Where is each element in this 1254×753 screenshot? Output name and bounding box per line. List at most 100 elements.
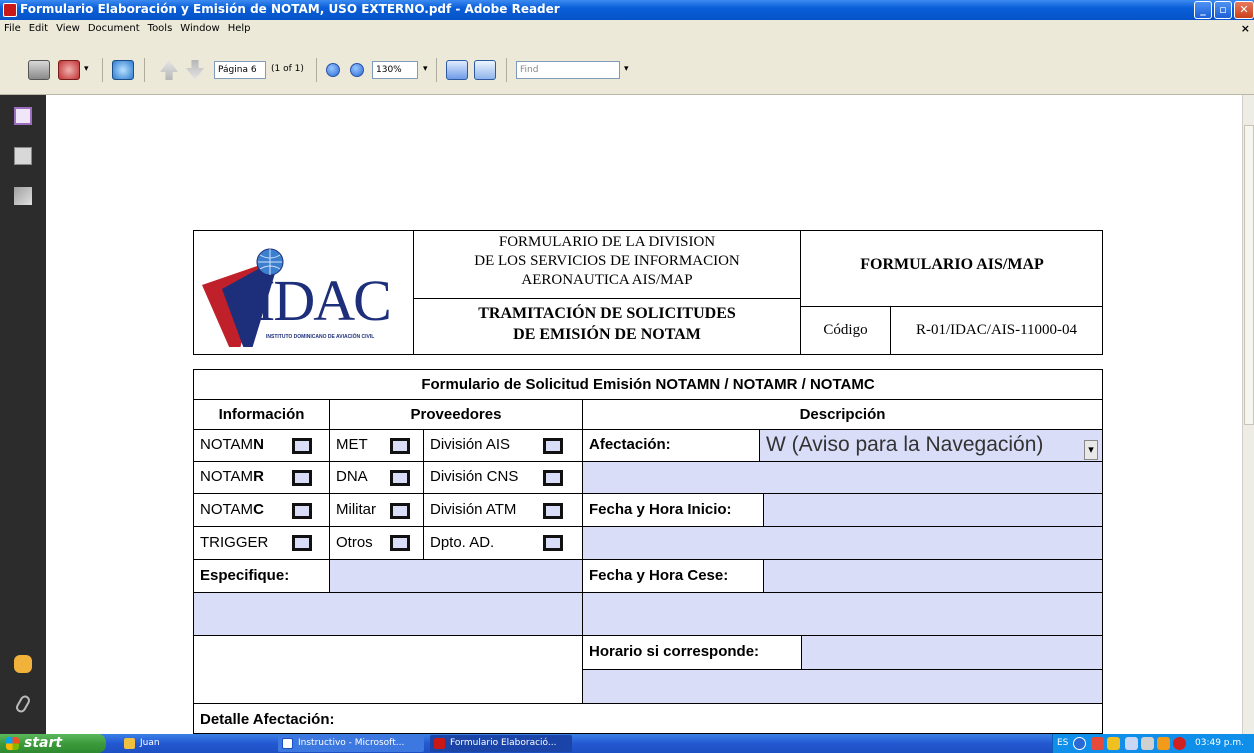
taskbar-item-formulario[interactable]: Formulario Elaboració... — [430, 735, 572, 752]
toolbar-separator — [316, 58, 317, 82]
division-ais-checkbox[interactable] — [543, 438, 563, 454]
pdf-document-icon — [434, 738, 445, 749]
fecha-inicio-detail-field[interactable] — [582, 526, 1103, 560]
division-cns-checkbox[interactable] — [543, 470, 563, 486]
header-divider — [800, 306, 1102, 307]
notam-prefix: NOTAM — [200, 468, 254, 485]
menu-view[interactable]: View — [52, 20, 84, 34]
start-button[interactable]: start — [0, 734, 106, 753]
toolbar: ▾ Página 6 (1 of 1) 130% ▾ Find ▾ — [0, 38, 1254, 95]
taskbar-item-label: Instructivo - Microsoft... — [298, 738, 405, 748]
zoom-input[interactable]: 130% — [372, 61, 418, 79]
menu-file[interactable]: File — [0, 20, 25, 34]
otros-checkbox[interactable] — [390, 535, 410, 551]
clock: 03:49 p.m. — [1195, 738, 1244, 748]
header-title-line3: AERONAUTICA AIS/MAP — [521, 272, 693, 288]
detalle-afectacion-label: Detalle Afectación: — [193, 703, 1103, 734]
menu-help[interactable]: Help — [224, 20, 255, 34]
minimize-button[interactable]: _ — [1194, 1, 1212, 19]
dpto-ad-checkbox[interactable] — [543, 535, 563, 551]
menu-window[interactable]: Window — [176, 20, 223, 34]
scrollbar-thumb[interactable] — [1244, 125, 1254, 425]
create-pdf-icon[interactable] — [58, 60, 80, 80]
tray-antivirus-icon[interactable] — [1173, 737, 1186, 750]
page-number-input[interactable]: Página 6 — [214, 61, 266, 79]
tray-display-icon[interactable] — [1141, 737, 1154, 750]
taskbar-item-juan[interactable]: Juan — [120, 735, 270, 752]
fecha-cese-label: Fecha y Hora Cese: — [582, 559, 764, 593]
header-subtitle-line2: DE EMISIÓN DE NOTAM — [513, 326, 701, 343]
notam-request-form: Formulario de Solicitud Emisión NOTAMN /… — [193, 369, 1103, 734]
notam-suffix-n: N — [253, 436, 264, 453]
system-tray: ES 03:49 p.m. — [1052, 734, 1254, 753]
document-close-button[interactable]: × — [1241, 22, 1250, 35]
zoom-dropdown-icon[interactable]: ▾ — [423, 64, 428, 74]
menu-edit[interactable]: Edit — [25, 20, 52, 34]
notam-suffix-r: R — [253, 468, 264, 485]
fecha-cese-detail-field[interactable] — [582, 592, 1103, 636]
tray-security-icon[interactable] — [1107, 737, 1120, 750]
notamc-checkbox[interactable] — [292, 503, 312, 519]
tray-arrow-icon[interactable] — [1073, 737, 1086, 750]
horario-detail-field[interactable] — [582, 669, 1103, 704]
afectacion-detail-field[interactable] — [582, 461, 1103, 494]
toolbar-separator — [102, 58, 103, 82]
afectacion-dropdown-icon[interactable]: ▾ — [1084, 440, 1098, 460]
next-page-icon[interactable] — [186, 60, 204, 80]
notam-suffix-c: C — [253, 501, 264, 518]
adobe-reader-icon — [3, 3, 17, 17]
logo-text: IDAC — [256, 268, 392, 333]
tray-pdf-icon[interactable] — [1091, 737, 1104, 750]
horario-field[interactable] — [801, 635, 1103, 670]
language-indicator[interactable]: ES — [1057, 738, 1068, 748]
pages-icon[interactable] — [14, 107, 32, 125]
zoom-out-icon[interactable] — [326, 63, 340, 77]
trigger-checkbox[interactable] — [292, 535, 312, 551]
militar-checkbox[interactable] — [390, 503, 410, 519]
window-title-bar[interactable]: Formulario Elaboración y Emisión de NOTA… — [0, 0, 1254, 20]
header-title-line1: FORMULARIO DE LA DIVISION — [498, 234, 716, 250]
collaborate-icon[interactable] — [112, 60, 134, 80]
attachments-icon[interactable] — [14, 693, 32, 715]
notamn-checkbox[interactable] — [292, 438, 312, 454]
idac-logo: IDAC INSTITUTO DOMINICANO DE AVIACIÓN CI… — [200, 237, 408, 349]
menu-tools[interactable]: Tools — [144, 20, 177, 34]
print-icon[interactable] — [28, 60, 50, 80]
notamr-checkbox[interactable] — [292, 470, 312, 486]
header-divider — [413, 298, 800, 299]
taskbar: start Juan Instructivo - Microsoft... Fo… — [0, 734, 1254, 753]
start-label: start — [24, 735, 63, 751]
fecha-inicio-field[interactable] — [763, 493, 1103, 527]
bookmarks-icon[interactable] — [14, 147, 32, 165]
especifique-field[interactable] — [329, 559, 583, 593]
dna-checkbox[interactable] — [390, 470, 410, 486]
fit-page-icon[interactable] — [474, 60, 496, 80]
close-button[interactable]: ✕ — [1234, 1, 1254, 19]
zoom-in-icon[interactable] — [350, 63, 364, 77]
fit-width-icon[interactable] — [446, 60, 468, 80]
find-dropdown-icon[interactable]: ▾ — [624, 64, 629, 74]
column-header-informacion: Información — [193, 399, 330, 430]
page-count: (1 of 1) — [271, 64, 304, 74]
comments-icon[interactable] — [14, 655, 32, 673]
signatures-icon[interactable] — [14, 187, 32, 205]
met-checkbox[interactable] — [390, 438, 410, 454]
especifique-label: Especifique: — [193, 559, 330, 593]
create-pdf-dropdown-icon[interactable]: ▾ — [84, 64, 89, 74]
vertical-scrollbar[interactable] — [1242, 95, 1254, 734]
maximize-button[interactable]: ▫ — [1214, 1, 1232, 19]
menu-document[interactable]: Document — [84, 20, 144, 34]
header-title-line2: DE LOS SERVICIOS DE INFORMACION — [474, 253, 740, 269]
find-input[interactable]: Find — [516, 61, 620, 79]
form-title: Formulario de Solicitud Emisión NOTAMN /… — [193, 369, 1103, 400]
previous-page-icon[interactable] — [160, 60, 178, 80]
taskbar-item-instructivo[interactable]: Instructivo - Microsoft... — [278, 735, 424, 752]
fecha-cese-field[interactable] — [763, 559, 1103, 593]
window-title: Formulario Elaboración y Emisión de NOTA… — [20, 2, 560, 16]
tray-network-icon[interactable] — [1125, 737, 1138, 750]
especifique-detail-field[interactable] — [193, 592, 583, 636]
afectacion-select[interactable]: W (Aviso para la Navegación) — [759, 429, 1103, 462]
tray-messenger-icon[interactable] — [1157, 737, 1170, 750]
division-atm-checkbox[interactable] — [543, 503, 563, 519]
notam-prefix: NOTAM — [200, 501, 254, 518]
